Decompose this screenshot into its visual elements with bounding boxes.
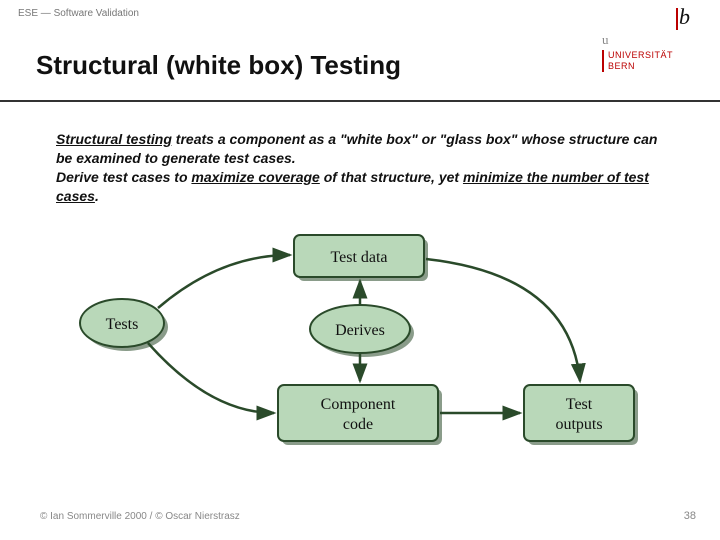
breadcrumb: ESE — Software Validation <box>18 8 139 19</box>
slide: ESE — Software Validation Structural (wh… <box>0 0 720 540</box>
footer-copyright: © Ian Sommerville 2000 / © Oscar Nierstr… <box>40 511 240 522</box>
logo-university-label: UNIVERSITÄT BERN <box>602 50 702 72</box>
body-line2-c: of that structure, yet <box>320 169 463 185</box>
flow-diagram: Test data Component code Test outputs Te… <box>70 225 650 475</box>
header-bar: ESE — Software Validation Structural (wh… <box>0 0 720 102</box>
body-line2-a: Derive test cases to <box>56 169 191 185</box>
logo-stroke-icon <box>676 8 678 30</box>
label-component-line2: code <box>343 416 373 433</box>
label-component-line1: Component <box>321 396 396 413</box>
arrow-tests-to-component <box>148 343 274 413</box>
logo-uni-line2: BERN <box>608 61 702 72</box>
logo-b: b <box>602 4 702 30</box>
arrow-testdata-to-outputs <box>426 259 580 381</box>
label-derives: Derives <box>335 322 385 339</box>
label-test-outputs-line2: outputs <box>555 416 602 433</box>
arrow-tests-to-testdata <box>158 255 290 308</box>
term-structural-testing: Structural testing <box>56 131 172 147</box>
body-paragraph: Structural testing treats a component as… <box>56 130 664 206</box>
label-test-outputs-line1: Test <box>566 396 593 413</box>
term-maximize-coverage: maximize coverage <box>191 169 319 185</box>
label-tests: Tests <box>106 316 139 333</box>
page-title: Structural (white box) Testing <box>36 50 401 81</box>
university-logo: b u UNIVERSITÄT BERN <box>602 4 702 72</box>
page-number: 38 <box>684 510 696 522</box>
logo-letter-u: u <box>602 32 702 48</box>
logo-letter-b: b <box>679 4 690 29</box>
label-test-data: Test data <box>330 249 387 266</box>
logo-uni-line1: UNIVERSITÄT <box>608 50 702 61</box>
body-line2-e: . <box>95 188 99 204</box>
